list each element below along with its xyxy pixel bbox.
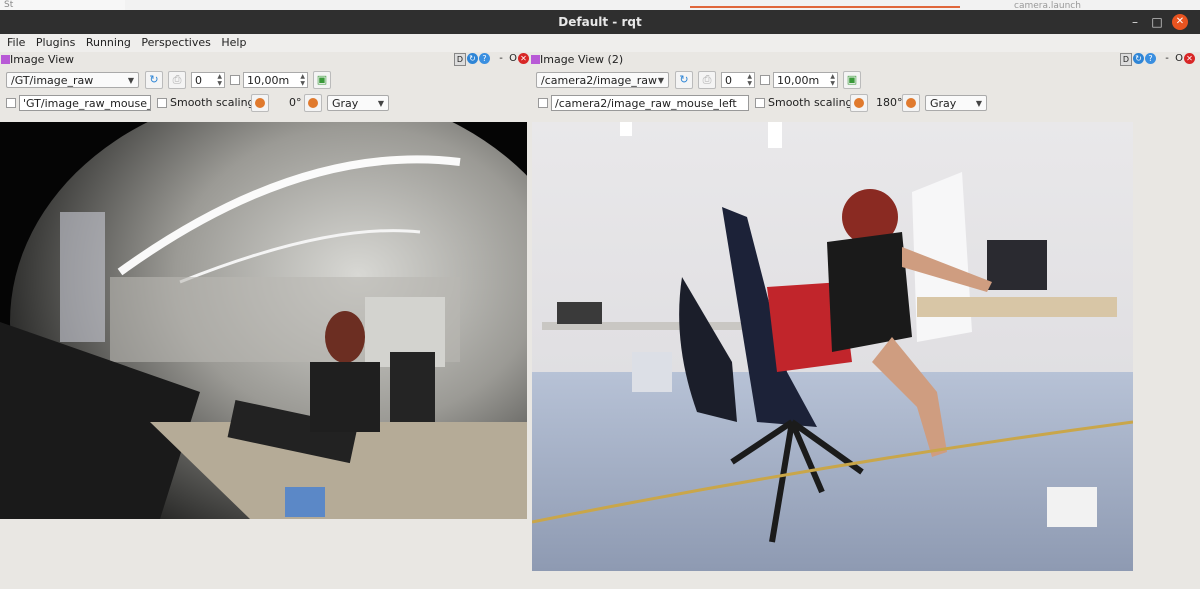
max-range-spinbox[interactable]: 10,00m ▲ ▼ <box>243 72 308 88</box>
publish-mouse-checkbox[interactable] <box>538 98 548 108</box>
color-mode-value: Gray <box>930 97 957 110</box>
save-image-button[interactable]: ⎙ <box>168 71 186 89</box>
window-title: Default - rqt <box>558 15 642 29</box>
max-range-spinbox[interactable]: 10,00m ▲ ▼ <box>773 72 838 88</box>
close-button[interactable]: ✕ <box>1172 14 1188 30</box>
maximize-button[interactable]: □ <box>1149 14 1165 30</box>
publish-mouse-checkbox[interactable] <box>6 98 16 108</box>
chevron-down-icon: ▼ <box>975 99 982 108</box>
color-mode-combo[interactable]: Gray ▼ <box>327 95 389 111</box>
image-view-pane-2: Image View (2) D ↻? - O ✕ /camera2/image_raw… <box>530 52 1200 589</box>
topic-combo[interactable]: /GT/image_raw ▼ <box>6 72 139 88</box>
snapshot-button[interactable]: ▣ <box>843 71 861 89</box>
spin-arrows-icon: ▲ ▼ <box>747 73 752 87</box>
dynamic-range-checkbox[interactable] <box>760 75 770 85</box>
float-dock-button[interactable]: O <box>508 53 518 64</box>
depth-min-spinbox[interactable]: 0 ▲ ▼ <box>721 72 755 88</box>
menu-plugins[interactable]: Plugins <box>36 34 75 49</box>
snapshot-button[interactable]: ▣ <box>313 71 331 89</box>
smooth-scaling-checkbox[interactable] <box>755 98 765 108</box>
chevron-down-icon: ▼ <box>127 76 134 85</box>
float-dock-button[interactable]: O <box>1174 53 1184 64</box>
topic-combo[interactable]: /camera2/image_raw ▼ <box>536 72 669 88</box>
plugin-icon <box>1 55 10 64</box>
depth-min-spinbox[interactable]: 0 ▲ ▼ <box>191 72 225 88</box>
menu-running[interactable]: Running <box>86 34 131 49</box>
background-window-right: camera.launch <box>1014 1 1081 11</box>
max-range-value: 10,00m <box>777 74 820 87</box>
spin-value: 0 <box>725 74 732 87</box>
chevron-down-icon: ▼ <box>377 99 384 108</box>
dock-d-icon[interactable]: D <box>454 53 466 66</box>
color-mode-value: Gray <box>332 97 359 110</box>
color-mode-combo[interactable]: Gray ▼ <box>925 95 987 111</box>
help-icon[interactable]: ? <box>479 53 490 64</box>
reload-icon[interactable]: ↻ <box>1133 53 1144 64</box>
reload-icon[interactable]: ↻ <box>467 53 478 64</box>
spin-arrows-icon: ▲ ▼ <box>300 73 305 87</box>
topic-value: /GT/image_raw <box>11 74 94 87</box>
plugin-icon <box>531 55 540 64</box>
pane-title: Image View <box>10 53 75 66</box>
close-dock-icon[interactable]: ✕ <box>518 53 529 64</box>
rotate-right-button[interactable] <box>304 94 322 112</box>
menu-help[interactable]: Help <box>221 34 246 49</box>
background-accent-line <box>690 6 960 8</box>
rotate-right-button[interactable] <box>902 94 920 112</box>
camera-image-camera2[interactable] <box>532 122 1133 571</box>
dock-d-icon[interactable]: D <box>1120 53 1132 66</box>
save-image-button[interactable]: ⎙ <box>698 71 716 89</box>
rotate-right-icon <box>308 98 318 108</box>
rotate-right-icon <box>906 98 916 108</box>
dynamic-range-checkbox[interactable] <box>230 75 240 85</box>
rotate-left-button[interactable] <box>850 94 868 112</box>
topic-value: /camera2/image_raw <box>541 74 657 87</box>
pane-title: Image View (2) <box>540 53 624 66</box>
smooth-scaling-checkbox[interactable] <box>157 98 167 108</box>
menu-bar: File Plugins Running Perspectives Help <box>0 34 1200 52</box>
smooth-scaling-label: Smooth scaling <box>768 96 853 109</box>
background-window-left: St <box>0 0 125 10</box>
spin-value: 0 <box>195 74 202 87</box>
smooth-scaling-label: Smooth scaling <box>170 96 255 109</box>
dock-controls: D ↻? - O ✕ <box>1120 53 1195 66</box>
minimize-button[interactable]: – <box>1127 14 1143 30</box>
camera-image-gt[interactable] <box>0 122 527 519</box>
spin-arrows-icon: ▲ ▼ <box>217 73 222 87</box>
rotate-left-icon <box>854 98 864 108</box>
mouse-topic-input[interactable]: /camera2/image_raw_mouse_left <box>551 95 749 111</box>
minimize-dock-button[interactable]: - <box>494 53 508 64</box>
rotation-label: 0° <box>289 96 302 109</box>
rotate-left-button[interactable] <box>251 94 269 112</box>
image-view-pane-1: Image View D ↻? - O ✕ /GT/image_raw ▼ ↻ ⎙ 0 ▲ ▼… <box>0 52 530 589</box>
refresh-topics-button[interactable]: ↻ <box>675 71 693 89</box>
spin-arrows-icon: ▲ ▼ <box>830 73 835 87</box>
pane-header: Image View (2) D ↻? - O ✕ <box>530 52 1200 67</box>
mouse-topic-input[interactable]: 'GT/image_raw_mouse_left <box>19 95 151 111</box>
help-icon[interactable]: ? <box>1145 53 1156 64</box>
rotation-label: 180° <box>876 96 903 109</box>
pane-header: Image View D ↻? - O ✕ <box>0 52 530 67</box>
rotate-left-icon <box>255 98 265 108</box>
max-range-value: 10,00m <box>247 74 290 87</box>
refresh-topics-button[interactable]: ↻ <box>145 71 163 89</box>
close-dock-icon[interactable]: ✕ <box>1184 53 1195 64</box>
title-bar[interactable]: Default - rqt – □ ✕ <box>0 10 1200 34</box>
menu-perspectives[interactable]: Perspectives <box>141 34 210 49</box>
dock-controls: D ↻? - O ✕ <box>454 53 529 66</box>
minimize-dock-button[interactable]: - <box>1160 53 1174 64</box>
chevron-down-icon: ▼ <box>657 76 664 85</box>
menu-file[interactable]: File <box>7 34 25 49</box>
